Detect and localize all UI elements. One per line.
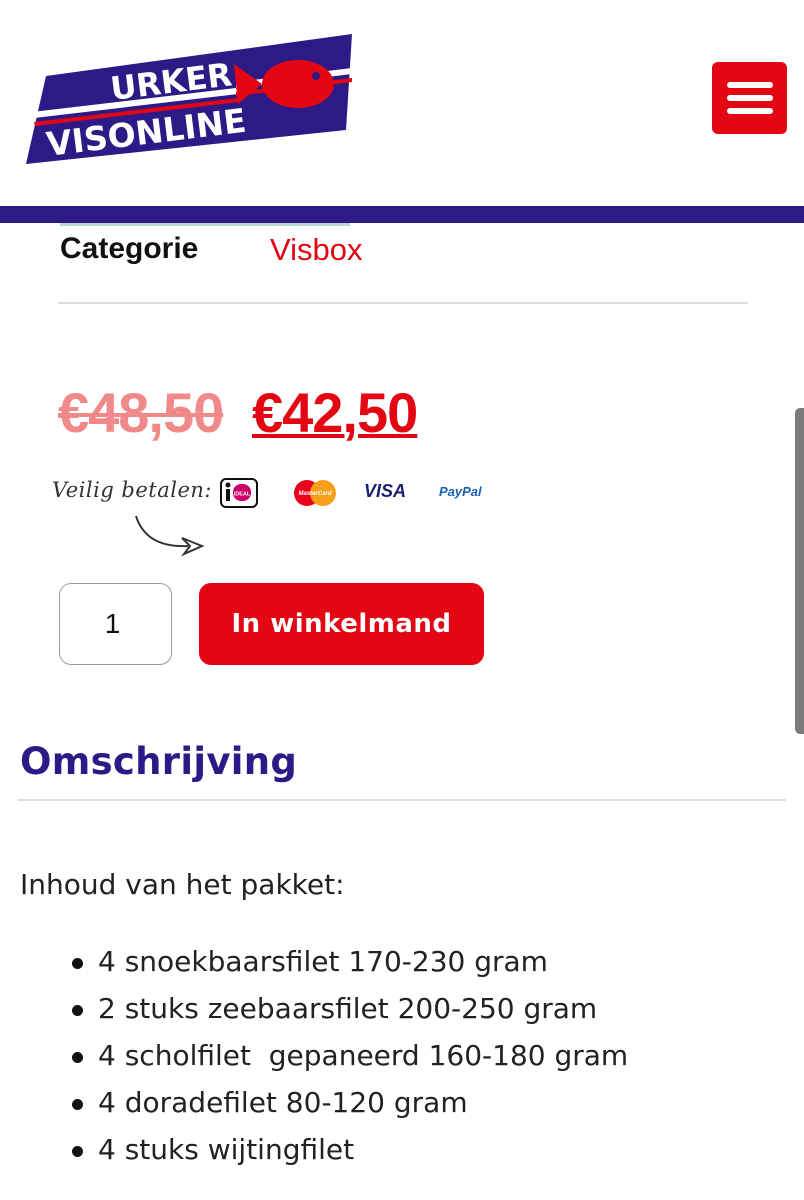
list-item: 2 stuks zeebaarsfilet 200-250 gram bbox=[70, 989, 628, 1036]
ideal-icon: iDEAL bbox=[220, 478, 258, 508]
category-link[interactable]: Visbox bbox=[270, 232, 363, 268]
bullet-icon bbox=[72, 958, 83, 969]
urker-visonline-logo[interactable]: URKER VISONLINE bbox=[26, 34, 356, 166]
list-item-text: 4 scholfilet gepaneerd 160-180 gram bbox=[98, 1039, 629, 1072]
divider bbox=[58, 302, 748, 304]
category-label: Categorie bbox=[60, 232, 199, 265]
list-item: 4 scholfilet gepaneerd 160-180 gram bbox=[70, 1036, 628, 1083]
description-intro: Inhoud van het pakket: bbox=[20, 868, 345, 901]
svg-text:MasterCard: MasterCard bbox=[298, 491, 331, 497]
price-old: €48,50 bbox=[58, 381, 224, 444]
price-new: €42,50 bbox=[252, 381, 418, 444]
mastercard-icon: MasterCard bbox=[294, 480, 336, 506]
header-bar bbox=[0, 206, 804, 223]
list-item-text: 4 doradefilet 80-120 gram bbox=[98, 1086, 468, 1119]
paypal-icon: PayPal bbox=[439, 484, 482, 499]
list-item-text: 4 snoekbaarsfilet 170-230 gram bbox=[98, 945, 548, 978]
divider bbox=[18, 799, 786, 801]
description-heading: Omschrijving bbox=[20, 740, 298, 783]
quantity-input[interactable] bbox=[59, 583, 172, 665]
visa-icon: VISA bbox=[364, 481, 407, 501]
list-item: 4 snoekbaarsfilet 170-230 gram bbox=[70, 942, 628, 989]
hamburger-icon bbox=[726, 82, 773, 88]
add-to-cart-button[interactable]: In winkelmand bbox=[199, 583, 484, 665]
secure-payment-label: Veilig betalen: bbox=[52, 478, 213, 502]
list-item-text: 4 stuks wijtingfilet bbox=[98, 1133, 355, 1166]
header-underline bbox=[60, 223, 350, 226]
bullet-icon bbox=[72, 1005, 83, 1016]
menu-button[interactable] bbox=[712, 62, 787, 134]
bullet-icon bbox=[72, 1052, 83, 1063]
package-contents-list: 4 snoekbaarsfilet 170-230 gram 2 stuks z… bbox=[70, 942, 628, 1177]
bullet-icon bbox=[72, 1099, 83, 1110]
scrollbar[interactable] bbox=[795, 408, 804, 734]
list-item: 4 stuks wijtingfilet bbox=[70, 1130, 628, 1177]
svg-text:iDEAL: iDEAL bbox=[234, 492, 251, 498]
site-header: URKER VISONLINE bbox=[0, 0, 804, 206]
bullet-icon bbox=[72, 1146, 83, 1157]
list-item-text: 2 stuks zeebaarsfilet 200-250 gram bbox=[98, 992, 598, 1025]
curved-arrow-icon bbox=[135, 515, 205, 556]
list-item: 4 doradefilet 80-120 gram bbox=[70, 1083, 628, 1130]
